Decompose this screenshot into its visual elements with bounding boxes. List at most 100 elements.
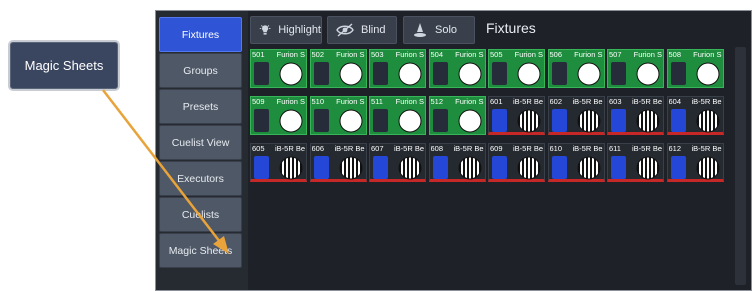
beam-white-icon bbox=[696, 62, 719, 86]
sidebar-item-label: Cuelists bbox=[181, 208, 220, 221]
fixture-name: Furion S bbox=[455, 50, 484, 59]
fixture-id: 601 bbox=[490, 97, 503, 106]
fixture-tile[interactable]: 605 iB-5R Be bbox=[250, 143, 307, 182]
fixture-id: 506 bbox=[549, 50, 563, 59]
fixture-tile[interactable]: 607 iB-5R Be bbox=[369, 143, 426, 182]
sidebar-item-label: Presets bbox=[182, 100, 219, 113]
beam-white-icon bbox=[339, 109, 362, 133]
solo-label: Solo bbox=[435, 24, 458, 36]
fixture-tile[interactable]: 501 Furion S bbox=[250, 49, 307, 88]
sidebar-item-magic-sheets[interactable]: Magic Sheets bbox=[159, 233, 242, 268]
sidebar-item-fixtures[interactable]: Fixtures bbox=[159, 17, 242, 52]
fixture-tile[interactable]: 511 Furion S bbox=[369, 96, 426, 135]
fixture-name: iB-5R Be bbox=[691, 97, 722, 106]
beam-gobo-icon bbox=[458, 156, 481, 180]
fixture-name: Furion S bbox=[395, 50, 424, 59]
fixture-tile[interactable]: 507 Furion S bbox=[607, 49, 664, 88]
fixture-tile[interactable]: 601 iB-5R Be bbox=[488, 96, 545, 135]
fixture-tile[interactable]: 609 iB-5R Be bbox=[488, 143, 545, 182]
fixture-header: 601 iB-5R Be bbox=[490, 97, 543, 107]
fixture-id: 512 bbox=[430, 97, 444, 106]
fixture-name: iB-5R Be bbox=[274, 144, 305, 153]
fixture-tile[interactable]: 503 Furion S bbox=[369, 49, 426, 88]
fixture-name: iB-5R Be bbox=[572, 97, 603, 106]
fixture-id: 504 bbox=[430, 50, 444, 59]
fixture-id: 603 bbox=[609, 97, 622, 106]
blind-button[interactable]: Blind bbox=[327, 16, 397, 44]
fixture-tile[interactable]: 608 iB-5R Be bbox=[428, 143, 486, 182]
fixture-tile[interactable]: 602 iB-5R Be bbox=[547, 96, 605, 135]
fixture-tile[interactable]: 509 Furion S bbox=[250, 96, 307, 135]
fixture-header: 504 Furion S bbox=[431, 50, 484, 60]
beam-gobo-icon bbox=[636, 156, 660, 180]
solo-button[interactable]: Solo bbox=[403, 16, 475, 44]
fixture-name: iB-5R Be bbox=[453, 144, 484, 153]
fixture-name: iB-5R Be bbox=[512, 97, 543, 106]
fixture-tile[interactable]: 606 iB-5R Be bbox=[309, 143, 367, 182]
fixture-color-swatch bbox=[432, 156, 448, 179]
fixture-name: Furion S bbox=[336, 50, 365, 59]
sidebar-item-presets[interactable]: Presets bbox=[159, 89, 242, 124]
fixture-color-swatch bbox=[611, 156, 626, 179]
fixture-color-swatch bbox=[373, 109, 388, 132]
fixture-tile[interactable]: 612 iB-5R Be bbox=[666, 143, 724, 182]
fixture-name: Furion S bbox=[514, 50, 543, 59]
fixture-id: 509 bbox=[252, 97, 265, 106]
fixture-tile[interactable]: 510 Furion S bbox=[309, 96, 367, 135]
fixture-tile[interactable]: 506 Furion S bbox=[547, 49, 605, 88]
fixture-id: 508 bbox=[668, 50, 682, 59]
beam-white-icon bbox=[279, 109, 303, 133]
fixture-header: 512 Furion S bbox=[431, 97, 484, 107]
fixture-color-swatch bbox=[551, 62, 567, 85]
scrollbar[interactable] bbox=[735, 47, 746, 285]
fixture-tile[interactable]: 611 iB-5R Be bbox=[607, 143, 664, 182]
fixture-tile[interactable]: 604 iB-5R Be bbox=[666, 96, 724, 135]
sidebar-item-cuelist-view[interactable]: Cuelist View bbox=[159, 125, 242, 160]
fixture-name: iB-5R Be bbox=[631, 97, 662, 106]
fixture-tile[interactable]: 512 Furion S bbox=[428, 96, 486, 135]
sidebar-item-executors[interactable]: Executors bbox=[159, 161, 242, 196]
fixture-id: 609 bbox=[490, 144, 503, 153]
fixture-name: Furion S bbox=[574, 50, 603, 59]
fixture-tile[interactable]: 508 Furion S bbox=[666, 49, 724, 88]
fixture-header: 511 Furion S bbox=[371, 97, 424, 107]
fixtures-app-window: Fixtures Groups Presets Cuelist View Exe… bbox=[155, 10, 752, 291]
sidebar-item-cuelists[interactable]: Cuelists bbox=[159, 197, 242, 232]
beam-white-icon bbox=[458, 109, 481, 133]
sidebar-item-label: Executors bbox=[177, 172, 224, 185]
fixture-header: 605 iB-5R Be bbox=[252, 144, 305, 154]
fixture-id: 511 bbox=[371, 97, 383, 106]
toolbar: Highlight Blind Solo Fixtures bbox=[250, 16, 730, 46]
sidebar-item-label: Magic Sheets bbox=[168, 244, 233, 257]
fixture-id: 510 bbox=[311, 97, 325, 106]
fixture-tile[interactable]: 505 Furion S bbox=[488, 49, 545, 88]
fixture-header: 505 Furion S bbox=[490, 50, 543, 60]
fixture-tile[interactable]: 603 iB-5R Be bbox=[607, 96, 664, 135]
fixture-header: 609 iB-5R Be bbox=[490, 144, 543, 154]
fixture-tile[interactable]: 504 Furion S bbox=[428, 49, 486, 88]
highlight-button[interactable]: Highlight bbox=[250, 16, 322, 44]
callout-label: Magic Sheets bbox=[24, 58, 104, 73]
page-title: Fixtures bbox=[486, 20, 536, 36]
fixture-tile[interactable]: 502 Furion S bbox=[309, 49, 367, 88]
fixture-header: 608 iB-5R Be bbox=[431, 144, 484, 154]
blind-label: Blind bbox=[361, 24, 386, 36]
fixture-header: 502 Furion S bbox=[312, 50, 365, 60]
fixture-name: Furion S bbox=[633, 50, 662, 59]
fixture-header: 606 iB-5R Be bbox=[312, 144, 365, 154]
fixture-tile[interactable]: 610 iB-5R Be bbox=[547, 143, 605, 182]
fixture-header: 603 iB-5R Be bbox=[609, 97, 662, 107]
spotlight-icon bbox=[414, 23, 426, 37]
beam-white-icon bbox=[636, 62, 660, 86]
fixture-header: 602 iB-5R Be bbox=[550, 97, 603, 107]
fixture-header: 610 iB-5R Be bbox=[550, 144, 603, 154]
fixture-color-swatch bbox=[670, 156, 686, 179]
beam-white-icon bbox=[339, 62, 362, 86]
sidebar-item-groups[interactable]: Groups bbox=[159, 53, 242, 88]
fixture-id: 602 bbox=[549, 97, 563, 106]
fixture-id: 505 bbox=[490, 50, 503, 59]
fixture-color-swatch bbox=[313, 62, 329, 85]
fixture-name: iB-5R Be bbox=[393, 144, 424, 153]
fixture-name: Furion S bbox=[276, 50, 305, 59]
fixture-color-swatch bbox=[611, 109, 626, 132]
